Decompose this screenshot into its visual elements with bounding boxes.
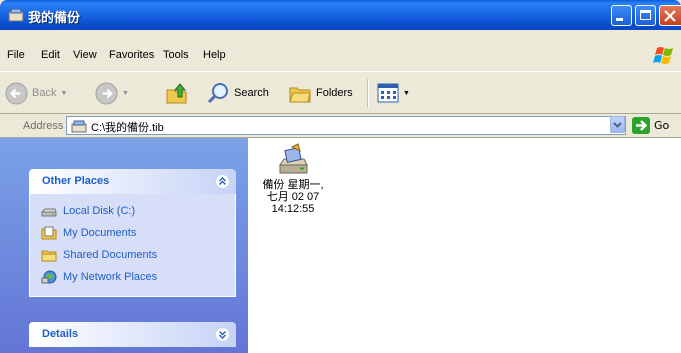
collapse-button[interactable]	[215, 174, 230, 189]
address-value: C:\我的備份.tib	[91, 122, 164, 134]
address-label: Address	[23, 120, 64, 132]
maximize-button[interactable]	[635, 5, 656, 26]
other-places-title: Other Places	[42, 175, 110, 187]
views-button[interactable]: ▼	[377, 78, 410, 108]
chevron-up-icon	[219, 177, 226, 185]
folders-icon	[289, 87, 311, 103]
chevron-down-icon	[613, 122, 622, 128]
network-places-icon	[41, 270, 57, 284]
back-arrow-icon	[5, 81, 28, 105]
shared-folder-icon	[41, 250, 57, 262]
standard-toolbar: Back ▼ ▼ Search Folders ▼	[0, 71, 681, 114]
backup-archive-icon	[71, 120, 87, 133]
place-label: Local Disk (C:)	[63, 205, 136, 217]
menu-favorites[interactable]: Favorites	[109, 49, 154, 61]
folders-button[interactable]: Folders	[288, 78, 353, 108]
disk-drive-icon	[41, 208, 57, 217]
forward-button[interactable]: ▼	[95, 78, 129, 108]
place-shared-documents[interactable]: Shared Documents	[30, 244, 235, 266]
menu-edit[interactable]: Edit	[41, 49, 60, 61]
file-list-view: 備份 星期一, 七月 02 07 14:12:55	[248, 138, 681, 353]
backup-file-item[interactable]: 備份 星期一, 七月 02 07 14:12:55	[253, 143, 333, 215]
search-label: Search	[234, 87, 269, 99]
views-icon	[377, 83, 399, 103]
task-pane: Other Places Local Disk (C:) My Document…	[0, 138, 248, 353]
place-label: Shared Documents	[63, 249, 158, 261]
my-documents-icon	[41, 226, 57, 240]
chevron-down-icon	[219, 331, 226, 339]
minimize-icon	[616, 18, 623, 21]
menu-bar: File Edit View Favorites Tools Help	[0, 30, 681, 72]
place-label: My Documents	[63, 227, 137, 239]
explorer-window: 我的備份 File Edit View Favorites Tools Help	[0, 0, 681, 353]
details-panel: Details	[29, 322, 236, 347]
menu-view[interactable]: View	[73, 49, 97, 61]
menu-file[interactable]: File	[7, 49, 25, 61]
close-icon	[664, 10, 676, 22]
close-button[interactable]	[659, 5, 681, 26]
back-label: Back	[32, 87, 57, 99]
place-label: My Network Places	[63, 271, 158, 283]
windows-logo-icon	[653, 47, 673, 64]
other-places-list: Local Disk (C:) My Documents Shared Docu…	[29, 194, 236, 297]
forward-arrow-icon	[95, 81, 118, 105]
backup-file-icon	[279, 143, 308, 174]
go-arrow-icon	[632, 117, 650, 134]
place-my-network-places[interactable]: My Network Places	[30, 266, 235, 288]
details-header[interactable]: Details	[29, 322, 236, 347]
window-title: 我的備份	[28, 11, 81, 26]
search-button[interactable]: Search	[206, 78, 269, 108]
file-name: 備份 星期一, 七月 02 07 14:12:55	[262, 179, 324, 215]
backup-archive-icon	[8, 8, 24, 22]
menu-tools[interactable]: Tools	[163, 49, 189, 61]
expand-button[interactable]	[215, 327, 230, 342]
back-button[interactable]: Back ▼	[5, 78, 67, 108]
go-button[interactable]: Go	[632, 117, 669, 134]
place-local-disk[interactable]: Local Disk (C:)	[30, 200, 235, 222]
address-dropdown-button[interactable]	[610, 116, 625, 133]
place-my-documents[interactable]: My Documents	[30, 222, 235, 244]
toolbar-separator	[367, 79, 369, 107]
menu-help[interactable]: Help	[203, 49, 226, 61]
up-folder-button[interactable]	[164, 78, 190, 108]
up-folder-icon	[166, 83, 187, 104]
maximize-icon	[640, 10, 651, 20]
forward-dropdown-icon[interactable]: ▼	[122, 90, 129, 97]
address-input[interactable]: C:\我的備份.tib	[66, 116, 626, 135]
views-dropdown-icon[interactable]: ▼	[403, 90, 410, 97]
minimize-button[interactable]	[611, 5, 632, 26]
folders-label: Folders	[316, 87, 353, 99]
other-places-panel: Other Places Local Disk (C:) My Document…	[29, 169, 236, 297]
back-dropdown-icon[interactable]: ▼	[60, 90, 67, 97]
details-title: Details	[42, 328, 79, 340]
go-label: Go	[654, 119, 670, 132]
address-bar: Address C:\我的備份.tib Go	[0, 114, 681, 138]
search-icon	[207, 83, 228, 104]
other-places-header[interactable]: Other Places	[29, 169, 236, 194]
title-bar[interactable]: 我的備份	[0, 0, 681, 30]
